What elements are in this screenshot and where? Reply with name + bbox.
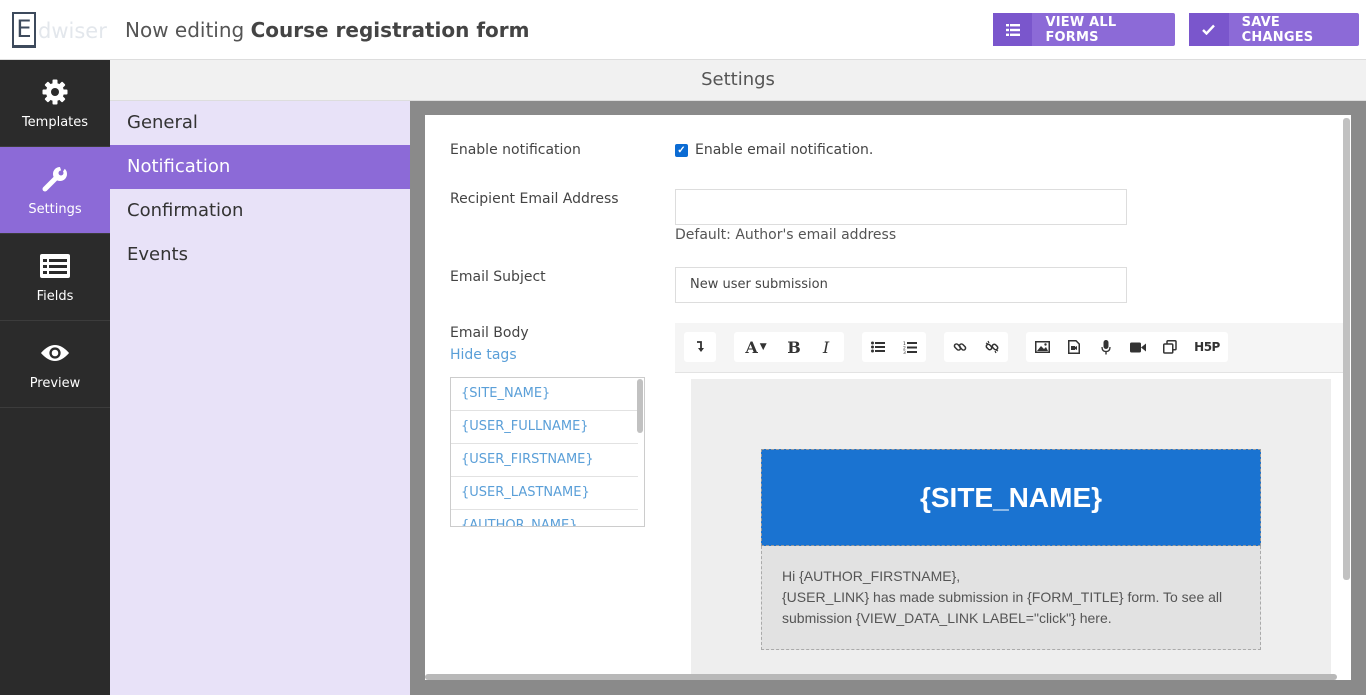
editor-toolbar: A ▼ B I 123 H5P [675,323,1345,373]
email-body-content[interactable]: Hi {AUTHOR_FIRSTNAME}, {USER_LINK} has m… [761,546,1261,650]
gear-icon [40,77,70,107]
panel-horizontal-scrollbar[interactable] [425,674,1337,680]
collapse-icon[interactable] [684,332,716,362]
left-sidebar: Templates Settings Fields Preview [0,60,110,695]
microphone-icon[interactable] [1090,332,1122,362]
view-all-forms-label: VIEW ALL FORMS [1045,14,1117,45]
unlink-icon[interactable] [976,332,1008,362]
top-header: E dwiser Now editing Course registration… [0,0,1366,60]
panel-vertical-scrollbar[interactable] [1343,118,1350,580]
subnav-general[interactable]: General [110,101,410,145]
subnav-confirmation[interactable]: Confirmation [110,189,410,233]
form-title: Course registration form [250,18,530,42]
tags-scrollbar[interactable] [637,379,643,433]
bullet-list-icon[interactable] [862,332,894,362]
nav-preview[interactable]: Preview [0,321,110,408]
tag-item[interactable]: {USER_FIRSTNAME} [451,444,638,477]
logo-letter: E [12,12,36,48]
eye-icon [40,338,70,368]
save-changes-label: SAVE CHANGES [1241,14,1314,45]
tag-item[interactable]: {AUTHOR_NAME} [451,510,638,526]
email-body-label: Email Body [450,325,529,341]
enable-email-checkbox[interactable]: ✓ [675,144,688,157]
page-title: Now editing Course registration form [125,18,530,42]
subnav-notification[interactable]: Notification [110,145,410,189]
recipient-email-label: Recipient Email Address [450,191,619,207]
image-icon[interactable] [1026,332,1058,362]
enable-notification-label: Enable notification [450,142,581,158]
nav-fields-label: Fields [36,288,74,304]
nav-fields[interactable]: Fields [0,234,110,321]
toolbar-group-format: A ▼ B I [734,332,844,362]
email-subject-label: Email Subject [450,269,546,285]
video-icon[interactable] [1122,332,1154,362]
copy-icon[interactable] [1154,332,1186,362]
view-all-forms-button[interactable]: VIEW ALL FORMS [993,13,1175,46]
tags-list[interactable]: {SITE_NAME} {USER_FULLNAME} {USER_FIRSTN… [450,377,645,527]
list-icon [40,251,70,281]
tag-item[interactable]: {USER_LASTNAME} [451,477,638,510]
list-icon [993,13,1033,46]
tag-item[interactable]: {SITE_NAME} [451,378,638,411]
email-header-banner[interactable]: {SITE_NAME} [761,449,1261,546]
svg-text:3: 3 [903,350,906,354]
edwiser-logo[interactable]: E dwiser [12,12,107,50]
link-icon[interactable] [944,332,976,362]
nav-templates-label: Templates [21,114,89,130]
toolbar-group-lists: 123 [862,332,926,362]
wrench-icon [40,164,70,194]
recipient-email-hint: Default: Author's email address [675,227,897,243]
email-greeting: Hi {AUTHOR_FIRSTNAME}, [782,568,961,584]
media-icon[interactable] [1058,332,1090,362]
toolbar-group-collapse [684,332,716,362]
email-message: {USER_LINK} has made submission in {FORM… [782,589,1223,626]
nav-settings[interactable]: Settings [0,147,110,234]
nav-templates[interactable]: Templates [0,60,110,147]
enable-email-checkbox-label[interactable]: Enable email notification. [695,142,873,158]
toolbar-group-links [944,332,1008,362]
nav-preview-label: Preview [29,375,81,391]
nav-settings-label: Settings [28,201,82,217]
h5p-icon[interactable]: H5P [1186,332,1228,362]
toolbar-group-media: H5P [1026,332,1228,362]
email-subject-input[interactable]: New user submission [675,267,1127,303]
font-color-icon[interactable]: A ▼ [734,332,778,362]
italic-icon[interactable]: I [810,332,842,362]
numbered-list-icon[interactable]: 123 [894,332,926,362]
recipient-email-input[interactable] [675,189,1127,225]
subnav-events[interactable]: Events [110,233,410,277]
hide-tags-link[interactable]: Hide tags [450,347,517,363]
editing-prefix: Now editing [125,18,245,42]
tag-item[interactable]: {USER_FULLNAME} [451,411,638,444]
settings-header: Settings [110,60,1366,101]
check-icon [1189,13,1229,46]
settings-subnav: General Notification Confirmation Events [110,101,410,695]
save-changes-button[interactable]: SAVE CHANGES [1189,13,1359,46]
bold-icon[interactable]: B [778,332,810,362]
logo-text: dwiser [38,19,107,43]
